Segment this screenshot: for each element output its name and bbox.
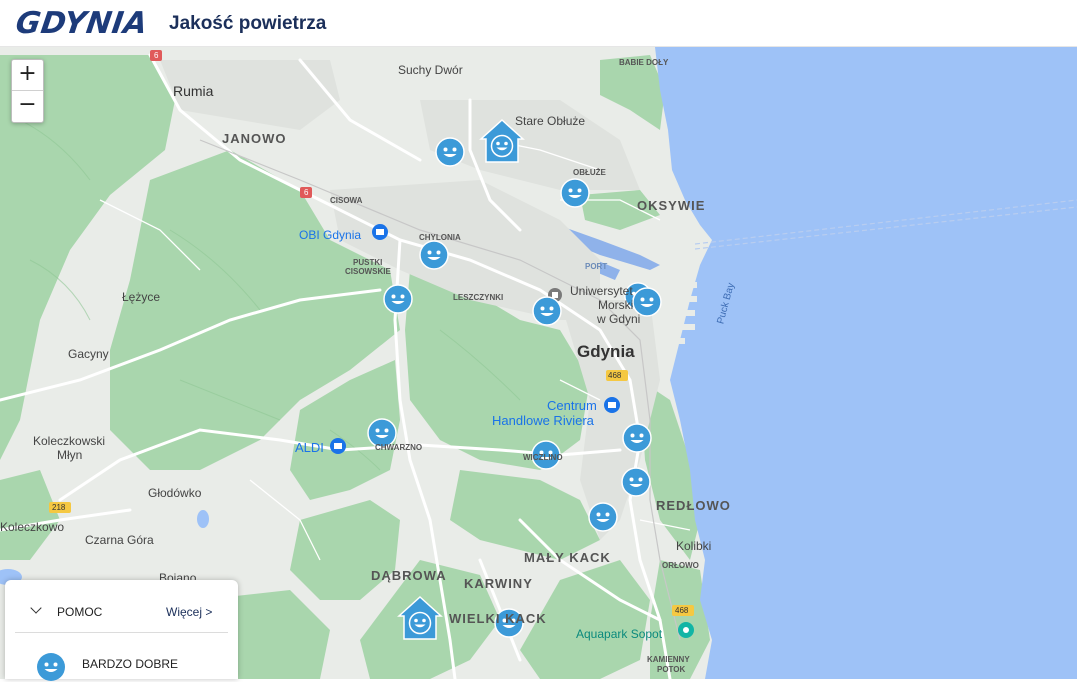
air-quality-station-icon — [532, 296, 562, 326]
map-label-obi: OBI Gdynia — [299, 228, 362, 242]
map-label-chwarzno: CHWARZNO — [375, 443, 423, 452]
map-label-maly-kack: MAŁY KACK — [524, 550, 611, 565]
map-label-orlowo: ORŁOWO — [662, 561, 699, 570]
aquapark-poi-icon — [678, 622, 694, 638]
map-label-glodowko: Głodówko — [148, 486, 202, 500]
chevron-down-icon[interactable] — [30, 602, 42, 614]
map-label-obluze: OBŁUŻE — [573, 168, 606, 177]
aldi-poi-icon — [330, 438, 346, 454]
map-label-pustki: PUSTKI — [353, 258, 383, 267]
legend-label: BARDZO DOBRE — [82, 657, 179, 671]
map-label-mlyn: Młyn — [57, 448, 83, 462]
map-label-rumia: Rumia — [173, 83, 214, 99]
map-label-wielki-kack: WIELKI KACK — [449, 611, 547, 626]
help-panel-title: POMOC — [57, 605, 103, 619]
map-label-morski: Morski — [598, 298, 634, 312]
map-label-kamienny: KAMIENNY — [647, 655, 690, 664]
map-label-road-468: 468 — [608, 371, 622, 380]
map-label-road-6: 6 — [154, 51, 159, 60]
map-label-koleczkowski: Koleczkowski — [33, 434, 106, 448]
air-quality-station-icon — [435, 137, 465, 167]
map-label-cisowa: CISOWA — [330, 196, 363, 205]
help-panel: POMOC Więcej > BARDZO DOBRE — [5, 580, 238, 681]
more-link[interactable]: Więcej > — [166, 605, 212, 619]
air-quality-station-icon — [621, 467, 651, 497]
air-quality-station-icon — [560, 178, 590, 208]
map-label-gacyny: Gacyny — [68, 347, 109, 361]
map-label-port: PORT — [585, 262, 608, 271]
map-label-road-218: 218 — [52, 503, 66, 512]
map-label-koleczkowo: Koleczkowo — [0, 520, 65, 534]
map-label-potok: POTOK — [657, 665, 686, 674]
map-label-kolibki: Kolibki — [676, 539, 712, 553]
puck-bay-water — [655, 47, 1077, 679]
gdynia-logo[interactable]: GDYNIA — [14, 6, 150, 41]
map-label-lezyce: Łężyce — [122, 290, 161, 304]
map-label-road-6b: 6 — [304, 188, 309, 197]
map-label-cisowskie: CISOWSKIE — [345, 267, 391, 276]
map-label-czarna-gora: Czarna Góra — [85, 533, 154, 547]
air-quality-station-icon — [419, 240, 449, 270]
map-label-leszczynki: LESZCZYNKI — [453, 293, 504, 302]
map-label-babie-doly: BABIE DOŁY — [619, 58, 669, 67]
map-label-uniwersytet: Uniwersytet — [570, 284, 633, 298]
map-label-oksywie: OKSYWIE — [637, 198, 706, 213]
legend-smile-icon — [37, 653, 65, 681]
zoom-in-button[interactable]: + — [12, 60, 43, 90]
centrum-poi-icon — [604, 397, 620, 413]
map-label-wiczlino: WICZLINO — [523, 453, 563, 462]
map-label-karwiny: KARWINY — [464, 576, 533, 591]
air-quality-station-icon — [622, 423, 652, 453]
app-header: GDYNIA Jakość powietrza — [0, 0, 1077, 47]
map-label-riviera: Handlowe Riviera — [492, 413, 594, 428]
map-label-aquapark: Aquapark Sopot — [576, 627, 663, 641]
obi-poi-icon — [372, 224, 388, 240]
zoom-control: + − — [11, 59, 44, 123]
divider — [15, 632, 228, 633]
map-label-janowo: JANOWO — [222, 131, 287, 146]
map-label-chylonia: CHYLONIA — [419, 233, 461, 242]
map-label-centrum: Centrum — [547, 398, 597, 413]
map-label-suchy-dwor: Suchy Dwór — [398, 63, 463, 77]
map-label-aldi: ALDI — [295, 440, 324, 455]
help-panel-header[interactable]: POMOC Więcej > — [5, 580, 238, 633]
map-label-redlowo: REDŁOWO — [656, 498, 731, 513]
page-title: Jakość powietrza — [169, 13, 327, 34]
map-label-dabrowa: DĄBROWA — [371, 568, 447, 583]
map-label-stare-obluze: Stare Obłuże — [515, 114, 586, 128]
air-quality-station-icon — [588, 502, 618, 532]
map-label-gdynia: Gdynia — [577, 342, 635, 361]
map-label-w-gdyni: w Gdyni — [597, 312, 641, 326]
zoom-out-button[interactable]: − — [12, 90, 43, 121]
map-label-road-468b: 468 — [675, 606, 689, 615]
air-quality-station-icon — [383, 284, 413, 314]
